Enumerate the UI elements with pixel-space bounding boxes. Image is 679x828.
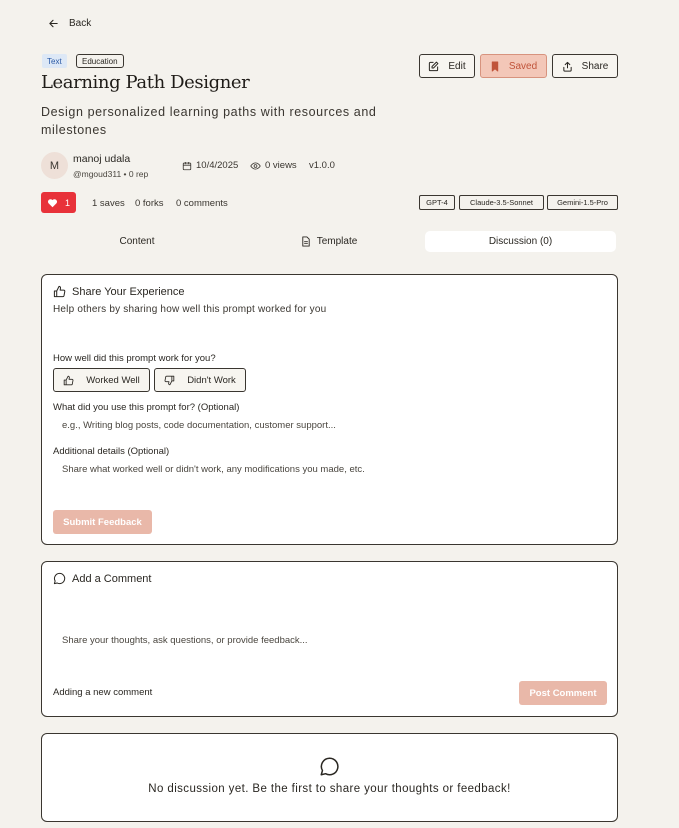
prompt-description: Design personalized learning paths with …: [41, 105, 377, 137]
eye-icon: [250, 161, 261, 171]
message-circle-icon: [53, 572, 66, 585]
worked-well-button[interactable]: Worked Well: [53, 368, 150, 392]
saved-button[interactable]: Saved: [480, 54, 547, 78]
didnt-work-label: Didn't Work: [187, 374, 236, 386]
views-meta: 0 views: [250, 160, 297, 171]
share-label: Share: [581, 60, 609, 72]
share-button[interactable]: Share: [552, 54, 618, 78]
page-title: Learning Path Designer: [41, 72, 250, 93]
tab-template-label: Template: [316, 236, 358, 247]
rating-question: How well did this prompt work for you?: [53, 353, 216, 364]
feedback-title: Share Your Experience: [72, 285, 185, 298]
author-name[interactable]: manoj udala: [73, 153, 130, 165]
tab-content[interactable]: Content: [41, 231, 233, 252]
worked-well-label: Worked Well: [86, 374, 140, 386]
tab-content-label: Content: [119, 236, 155, 247]
tag-text[interactable]: Text: [42, 54, 67, 68]
like-count: 1: [64, 197, 70, 208]
heart-icon: [47, 198, 58, 208]
saves-count: 1 saves: [92, 198, 125, 209]
edit-label: Edit: [448, 60, 466, 72]
use-input[interactable]: e.g., Writing blog posts, code documenta…: [62, 420, 336, 431]
empty-discussion-text: No discussion yet. Be the first to share…: [148, 783, 511, 795]
message-circle-icon: [319, 756, 340, 777]
details-label: Additional details (Optional): [53, 446, 170, 457]
document-icon: [301, 236, 311, 247]
calendar-icon: [182, 161, 192, 171]
forks-count: 0 forks: [135, 198, 164, 209]
author-handle: @mgoud311 • 0 rep: [73, 169, 149, 179]
edit-icon: [428, 61, 439, 72]
date-meta: 10/4/2025: [182, 160, 238, 171]
edit-button[interactable]: Edit: [419, 54, 475, 78]
feedback-subtitle: Help others by sharing how well this pro…: [53, 304, 327, 315]
version-text: v1.0.0: [309, 160, 335, 171]
thumbs-up-icon: [53, 285, 66, 298]
model-badge: Claude-3.5-Sonnet: [459, 195, 544, 210]
use-label: What did you use this prompt for? (Optio…: [53, 402, 240, 413]
feedback-card: Share Your Experience Help others by sha…: [41, 274, 618, 545]
tag-education[interactable]: Education: [76, 54, 124, 68]
comments-count: 0 comments: [176, 198, 228, 209]
didnt-work-button[interactable]: Didn't Work: [154, 368, 246, 392]
tab-template[interactable]: Template: [233, 231, 425, 252]
like-button[interactable]: 1: [41, 192, 76, 213]
arrow-left-icon: [48, 18, 59, 29]
views-text: 0 views: [265, 160, 297, 171]
back-link[interactable]: Back: [48, 18, 91, 29]
model-badge: GPT-4: [419, 195, 455, 210]
feedback-header: Share Your Experience: [53, 285, 185, 298]
post-comment-button[interactable]: Post Comment: [519, 681, 607, 705]
share-icon: [562, 61, 573, 72]
comment-card: Add a Comment Share your thoughts, ask q…: [41, 561, 618, 717]
date-text: 10/4/2025: [196, 160, 239, 171]
comment-status: Adding a new comment: [53, 687, 153, 698]
model-badge: Gemini-1.5-Pro: [547, 195, 618, 210]
discussion-empty-card: No discussion yet. Be the first to share…: [41, 733, 618, 822]
tab-discussion-label: Discussion (0): [488, 236, 553, 247]
comment-textarea[interactable]: Share your thoughts, ask questions, or p…: [62, 635, 308, 646]
bookmark-icon: [490, 60, 500, 72]
comment-title: Add a Comment: [72, 572, 152, 585]
details-textarea[interactable]: Share what worked well or didn't work, a…: [62, 464, 365, 475]
thumbs-up-icon: [63, 375, 74, 386]
back-label: Back: [69, 18, 92, 29]
saved-label: Saved: [508, 60, 538, 72]
avatar[interactable]: M: [41, 152, 68, 179]
submit-feedback-button[interactable]: Submit Feedback: [53, 510, 152, 534]
tab-discussion[interactable]: Discussion (0): [425, 231, 616, 252]
comment-header: Add a Comment: [53, 572, 151, 585]
thumbs-down-icon: [164, 375, 175, 386]
